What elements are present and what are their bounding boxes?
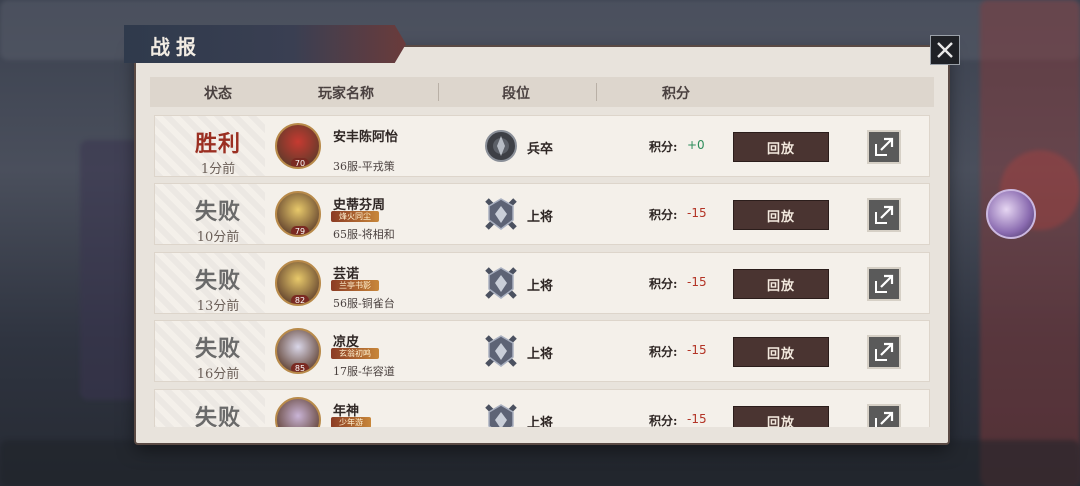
score-value: +0 (687, 138, 705, 152)
player-avatar[interactable]: 70 (275, 123, 321, 169)
player-name: 安丰陈阿怡 (333, 130, 399, 145)
share-button[interactable] (867, 267, 901, 301)
replay-button[interactable]: 回放 (733, 337, 829, 367)
share-arrow-icon (875, 205, 894, 224)
player-level: 82 (291, 295, 309, 304)
rank-name: 兵卒 (527, 142, 554, 157)
share-arrow-icon (875, 137, 894, 156)
player-title-badge: 兰亭书影 (331, 280, 379, 291)
battle-row: 失败 年神 少年游 上将 积分: -15 回放 (154, 389, 930, 427)
replay-button[interactable]: 回放 (733, 132, 829, 162)
rank-name: 上将 (527, 416, 554, 427)
header-player: 玩家名称 (318, 86, 374, 102)
result-label: 失败 (194, 268, 241, 294)
player-level: 79 (291, 226, 309, 235)
player-server: 17服-华容道 (333, 365, 395, 378)
battle-report-panel: 状态 玩家名称 段位 积分 胜利 1分前 70 安丰陈阿怡 36服-平戎策 兵卒… (136, 47, 948, 443)
rank-name: 上将 (527, 210, 554, 225)
score-value: -15 (687, 206, 707, 220)
result-label: 失败 (194, 199, 241, 225)
battle-time: 13分前 (196, 299, 240, 314)
player-avatar[interactable]: 85 (275, 328, 321, 374)
rank-emblem-icon (485, 404, 517, 427)
rank-name: 上将 (527, 279, 554, 294)
result-label: 胜利 (194, 131, 241, 157)
score-label: 积分: (649, 277, 678, 291)
header-rank: 段位 (502, 86, 530, 102)
result-label: 失败 (194, 405, 241, 427)
replay-button[interactable]: 回放 (733, 200, 829, 230)
header-score: 积分 (662, 86, 690, 102)
rank-name: 上将 (527, 347, 554, 362)
share-button[interactable] (867, 404, 901, 427)
header-status: 状态 (204, 86, 232, 102)
close-icon (937, 42, 953, 58)
rank-emblem-icon (485, 198, 517, 230)
rank-emblem-icon (485, 335, 517, 367)
player-title-badge: 玄翁初鸣 (331, 348, 379, 359)
close-button[interactable] (930, 35, 960, 65)
player-title-badge: 烽火同尘 (331, 211, 379, 222)
share-arrow-icon (875, 411, 894, 427)
score-label: 积分: (649, 140, 678, 154)
battle-row: 胜利 1分前 70 安丰陈阿怡 36服-平戎策 兵卒 积分: +0 回放 (154, 115, 930, 177)
floating-assistant-avatar[interactable] (986, 189, 1036, 239)
replay-button[interactable]: 回放 (733, 269, 829, 299)
score-value: -15 (687, 412, 707, 426)
player-avatar[interactable]: 79 (275, 191, 321, 237)
share-button[interactable] (867, 198, 901, 232)
battle-list[interactable]: 胜利 1分前 70 安丰陈阿怡 36服-平戎策 兵卒 积分: +0 回放 失败 … (154, 115, 930, 427)
rank-emblem-icon (485, 130, 517, 162)
score-label: 积分: (649, 414, 678, 427)
share-button[interactable] (867, 335, 901, 369)
share-arrow-icon (875, 274, 894, 293)
battle-time: 10分前 (196, 230, 240, 245)
player-server: 65服-将相和 (333, 228, 395, 241)
rank-emblem-icon (485, 267, 517, 299)
battle-time: 16分前 (196, 367, 240, 382)
table-header: 状态 玩家名称 段位 积分 (150, 77, 934, 107)
player-avatar[interactable]: 82 (275, 260, 321, 306)
player-title-badge: 少年游 (331, 417, 371, 427)
score-value: -15 (687, 275, 707, 289)
score-label: 积分: (649, 345, 678, 359)
share-arrow-icon (875, 342, 894, 361)
player-level: 70 (291, 158, 309, 167)
battle-row: 失败 13分前 82 芸诺 兰亭书影 56服-铜雀台 上将 积分: -15 回放 (154, 252, 930, 314)
player-server: 56服-铜雀台 (333, 297, 395, 310)
player-level: 85 (291, 363, 309, 372)
battle-row: 失败 16分前 85 凉皮 玄翁初鸣 17服-华容道 上将 积分: -15 回放 (154, 320, 930, 382)
score-value: -15 (687, 343, 707, 357)
battle-row: 失败 10分前 79 史蒂芬周 烽火同尘 65服-将相和 上将 积分: -15 … (154, 183, 930, 245)
share-button[interactable] (867, 130, 901, 164)
result-label: 失败 (194, 336, 241, 362)
score-label: 积分: (649, 208, 678, 222)
dialog-title: 战报 (150, 35, 202, 59)
battle-time: 1分前 (200, 162, 236, 177)
player-avatar[interactable] (275, 397, 321, 427)
player-server: 36服-平戎策 (333, 160, 395, 173)
replay-button[interactable]: 回放 (733, 406, 829, 427)
